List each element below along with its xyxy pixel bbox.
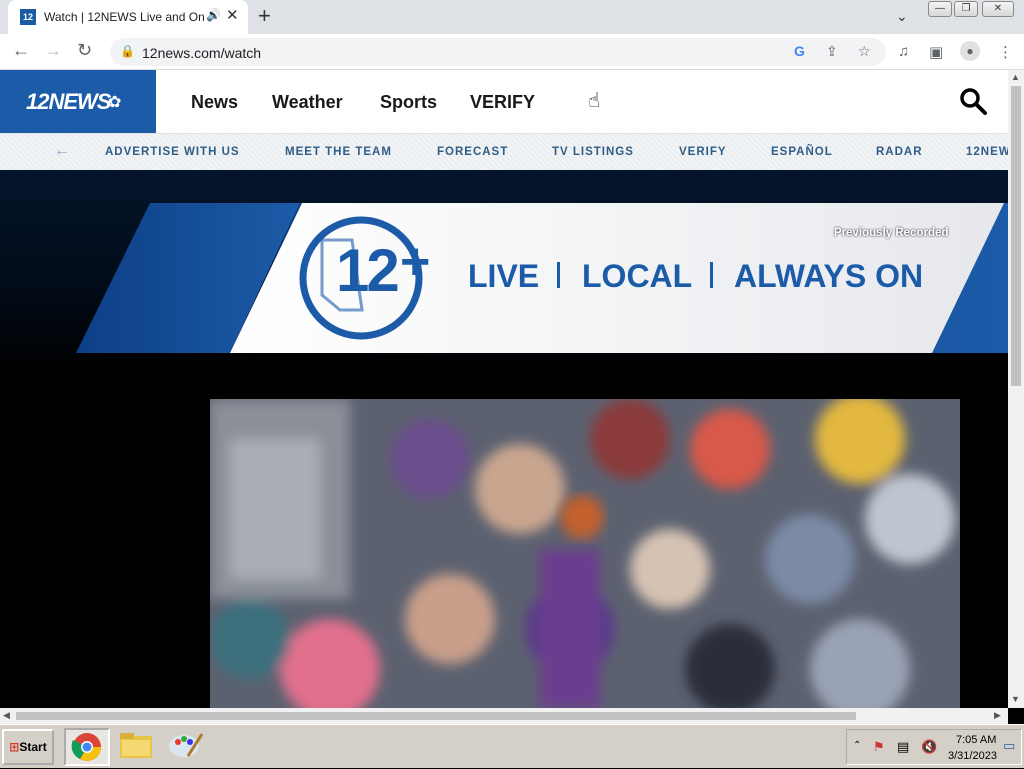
horizontal-scroll-thumb[interactable] xyxy=(16,712,856,720)
start-button[interactable]: ⊞Start xyxy=(2,729,54,765)
share-icon[interactable]: ⇪ xyxy=(826,43,838,60)
site-header: 12NEWS ✿ News Weather Sports VERIFY xyxy=(0,70,1008,133)
subnav-espanol[interactable]: ESPAÑOL xyxy=(771,146,833,158)
nav-weather[interactable]: Weather xyxy=(272,92,343,113)
start-label: Start xyxy=(19,740,47,754)
star-icon[interactable]: ☆ xyxy=(858,43,871,60)
close-window-button[interactable]: ✕ xyxy=(982,1,1014,17)
clock-date[interactable]: 3/31/2023 xyxy=(948,750,997,762)
peacock-icon: ✿ xyxy=(108,94,122,111)
scroll-down-icon[interactable]: ▼ xyxy=(1011,694,1020,704)
scroll-up-icon[interactable]: ▲ xyxy=(1011,72,1020,82)
subnav-meet-the-team[interactable]: MEET THE TEAM xyxy=(285,146,392,158)
new-tab-button[interactable]: + xyxy=(258,4,271,28)
video-player[interactable] xyxy=(210,399,960,708)
forward-icon[interactable]: → xyxy=(44,40,62,61)
browser-toolbar: ← → ↻ 🔒 12news.com/watch G ⇪ ☆ ♫ ▣ ● ⋮ xyxy=(0,34,1024,70)
subnav-radar[interactable]: RADAR xyxy=(876,146,923,158)
nav-news[interactable]: News xyxy=(191,92,238,113)
reload-icon[interactable]: ↻ xyxy=(77,40,92,61)
vertical-scrollbar[interactable]: ▲ ▼ xyxy=(1008,70,1024,708)
scroll-right-icon[interactable]: ▶ xyxy=(994,710,1001,721)
file-explorer-taskbar-icon[interactable] xyxy=(114,728,160,766)
vertical-scroll-thumb[interactable] xyxy=(1011,86,1021,386)
nav-sports[interactable]: Sports xyxy=(380,92,437,113)
tab-title: Watch | 12NEWS Live and On-Demand xyxy=(44,10,204,24)
search-icon[interactable] xyxy=(958,86,988,116)
horizontal-scrollbar[interactable]: ◀ ▶ xyxy=(0,708,1008,724)
video-frame-basketball xyxy=(210,399,960,708)
sidepanel-icon[interactable]: ▣ xyxy=(929,43,943,61)
subnav-tv-listings[interactable]: TV LISTINGS xyxy=(552,146,634,158)
scroll-left-arrow-icon[interactable]: ← xyxy=(54,142,70,160)
show-desktop-icon[interactable]: ▭ xyxy=(1003,738,1015,754)
subnav-verify[interactable]: VERIFY xyxy=(679,146,727,158)
banner-divider xyxy=(557,262,560,288)
banner-local: LOCAL xyxy=(582,258,693,294)
restore-button[interactable]: ❐ xyxy=(954,1,978,17)
tab-close-icon[interactable]: ✕ xyxy=(226,6,239,24)
subnav-advertise[interactable]: ADVERTISE WITH US xyxy=(105,146,240,158)
network-icon[interactable]: ▤ xyxy=(897,739,909,755)
hand-cursor-icon: ☝ xyxy=(588,90,601,112)
subnav-12news[interactable]: 12NEWS xyxy=(966,146,1008,158)
tray-expand-icon[interactable]: ⌃ xyxy=(853,740,861,751)
clock-time[interactable]: 7:05 AM xyxy=(956,734,996,746)
previously-recorded-badge: Previously Recorded xyxy=(834,227,949,239)
address-bar[interactable]: 🔒 12news.com/watch G ⇪ ☆ xyxy=(110,38,886,66)
web-page: 12NEWS ✿ News Weather Sports VERIFY ← AD… xyxy=(0,70,1008,708)
url-text[interactable]: 12news.com/watch xyxy=(142,45,261,61)
scroll-left-icon[interactable]: ◀ xyxy=(3,710,10,721)
back-icon[interactable]: ← xyxy=(12,40,30,61)
chrome-taskbar-icon[interactable] xyxy=(64,728,110,766)
tab-strip: 12 Watch | 12NEWS Live and On-Demand 🔊 ✕… xyxy=(0,0,1024,34)
menu-icon[interactable]: ⋮ xyxy=(998,43,1013,61)
volume-muted-icon[interactable]: 🔇 xyxy=(921,739,937,755)
favicon-icon: 12 xyxy=(20,9,36,25)
banner-live: LIVE xyxy=(468,258,540,294)
minimize-button[interactable]: — xyxy=(928,1,952,17)
taskbar: ⊞Start ⌃ ⚑ ▤ 🔇 ▭ 7:05 AM 3/31/2023 xyxy=(0,724,1024,768)
google-icon[interactable]: G xyxy=(794,43,805,59)
site-logo[interactable]: 12NEWS ✿ xyxy=(0,70,156,133)
media-icon[interactable]: ♫ xyxy=(898,43,909,60)
hero-section: 12 + LIVE LOCAL ALWAYS ON xyxy=(0,170,1008,708)
audio-playing-icon[interactable]: 🔊 xyxy=(206,8,221,22)
secondary-nav: ← ADVERTISE WITH US MEET THE TEAM FORECA… xyxy=(0,133,1008,170)
tab-search-chevron-icon[interactable]: ⌄ xyxy=(896,8,908,25)
subnav-forecast[interactable]: FORECAST xyxy=(437,146,508,158)
browser-tab[interactable]: 12 Watch | 12NEWS Live and On-Demand 🔊 ✕ xyxy=(8,0,248,34)
banner-graphic xyxy=(76,203,1008,353)
windows-logo-icon: ⊞ xyxy=(9,740,20,754)
nav-verify[interactable]: VERIFY xyxy=(470,92,535,113)
logo-text: 12NEWS xyxy=(26,89,111,114)
action-center-icon[interactable]: ⚑ xyxy=(873,739,885,755)
paint-taskbar-icon[interactable] xyxy=(164,728,210,766)
profile-icon[interactable]: ● xyxy=(960,41,980,61)
banner-always-on: ALWAYS ON xyxy=(734,258,924,294)
banner-logo-12: 12 xyxy=(336,237,400,304)
lock-icon[interactable]: 🔒 xyxy=(120,44,135,58)
banner-logo-plus: + xyxy=(400,233,431,291)
banner-divider xyxy=(710,262,713,288)
